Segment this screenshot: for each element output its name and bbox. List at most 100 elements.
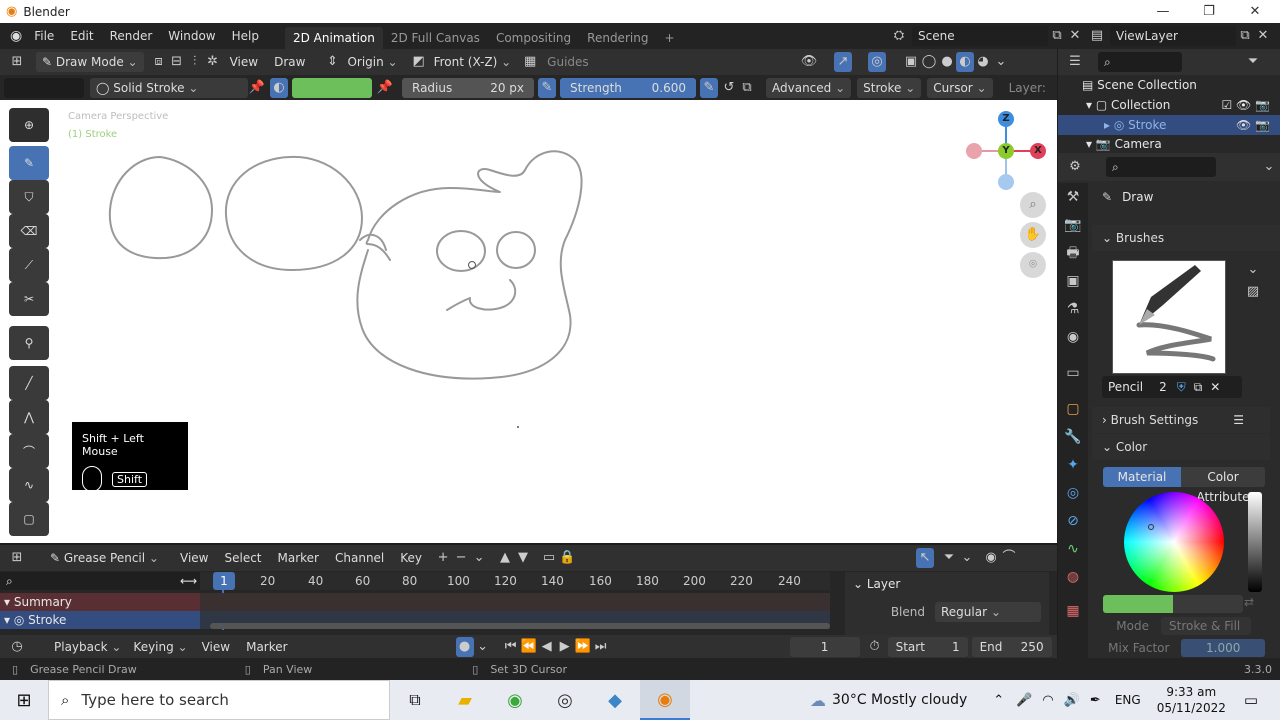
tint-tool-icon[interactable]: ⟋ xyxy=(9,248,49,282)
strength-pressure-icon[interactable]: ✎ xyxy=(700,78,718,98)
notification-icon[interactable]: ▭ xyxy=(1244,691,1258,709)
pan-hand-icon[interactable]: ✋ xyxy=(1020,222,1046,248)
brush-color-swatch[interactable] xyxy=(292,78,372,98)
new-view-layer-icon[interactable]: ⧉ xyxy=(1236,26,1254,46)
mix-factor-slider[interactable]: 1.000 xyxy=(1181,639,1265,657)
color-wheel[interactable] xyxy=(1124,492,1224,592)
dopesheet-editor-icon[interactable]: ⊞ xyxy=(8,548,26,568)
output-tab-icon[interactable]: 🖶 xyxy=(1058,239,1088,267)
weather-text[interactable]: 30°C Mostly cloudy xyxy=(832,692,967,708)
dopesheet-filter-icon[interactable]: ⏷ xyxy=(940,548,958,568)
material-shading-icon[interactable]: ◐ xyxy=(956,52,974,72)
texture-tab-icon[interactable]: ▦ xyxy=(1058,597,1088,625)
channel-stroke[interactable]: ▾ ◎ Stroke xyxy=(0,611,200,629)
preview-range-icon[interactable]: ⏱ xyxy=(866,637,884,657)
file-explorer-icon[interactable]: ▰ xyxy=(440,690,490,711)
stroke-dropdown[interactable]: Stroke xyxy=(857,78,922,98)
brush-image-icon[interactable]: ▨ xyxy=(1244,282,1262,302)
end-frame-field[interactable]: End 250 xyxy=(971,637,1052,657)
language-indicator[interactable]: ENG xyxy=(1115,693,1141,707)
strength-field[interactable]: Strength 0.600 xyxy=(560,78,696,98)
radius-pressure-icon[interactable]: ✎ xyxy=(538,78,556,98)
fill-tool-icon[interactable]: ⛉ xyxy=(9,180,49,214)
current-frame-field[interactable]: 1 xyxy=(789,637,860,657)
mode-selector[interactable]: Stroke & Fill xyxy=(1161,617,1251,635)
remove-layer-icon[interactable]: − xyxy=(452,548,470,568)
erase-tool-icon[interactable]: ⌫ xyxy=(9,214,49,248)
solid-shading-icon[interactable]: ● xyxy=(938,52,956,72)
gizmo-neg-x-icon[interactable] xyxy=(966,143,982,159)
outliner-item-scene-collection[interactable]: ▤ Scene Collection xyxy=(1058,75,1280,95)
menu-help[interactable]: Help xyxy=(224,29,267,43)
properties-options-icon[interactable]: ⌄ xyxy=(1260,157,1278,177)
cursor-tool-icon[interactable]: ⊕ xyxy=(9,108,49,142)
playback-view-menu[interactable]: View xyxy=(194,640,238,654)
wifi-icon[interactable]: ◠ xyxy=(1042,693,1053,708)
gizmo-y-icon[interactable]: Y xyxy=(998,143,1014,159)
xray-icon[interactable]: ▣ xyxy=(902,52,920,72)
outliner-editor-icon[interactable]: ☰ xyxy=(1066,52,1084,72)
start-frame-field[interactable]: Start 1 xyxy=(887,637,968,657)
fake-user-icon[interactable]: ⛨ xyxy=(1177,380,1186,395)
duplicate-brush-icon[interactable]: ⧉ xyxy=(1194,380,1203,395)
constraints-tab-icon[interactable]: ⊘ xyxy=(1058,507,1088,535)
shading-options-icon[interactable]: ⌄ xyxy=(992,52,1010,72)
playback-menu[interactable]: Playback xyxy=(48,637,127,657)
play-reverse-icon[interactable]: ◀ xyxy=(538,637,556,657)
world-tab-icon[interactable]: ◉ xyxy=(1058,323,1088,351)
current-frame-indicator[interactable]: 1 xyxy=(213,572,235,590)
projection-selector[interactable]: Front (X-Z) xyxy=(428,52,518,72)
timeline-select-menu[interactable]: Select xyxy=(216,551,269,565)
timeline-key-menu[interactable]: Key xyxy=(392,551,430,565)
timeline-scrollbar[interactable] xyxy=(210,623,830,629)
collection-tab-icon[interactable]: ▭ xyxy=(1058,359,1088,387)
menu-file[interactable]: File xyxy=(26,29,62,43)
outliner-item-collection[interactable]: ▾ ▢ Collection ☑ 👁 📷 xyxy=(1058,95,1280,115)
view-menu[interactable]: View xyxy=(222,55,266,69)
add-layer-icon[interactable]: + xyxy=(434,548,452,568)
radius-field[interactable]: Radius 20 px xyxy=(402,78,534,98)
timeline-channel-menu[interactable]: Channel xyxy=(327,551,392,565)
jump-start-icon[interactable]: ⏮ xyxy=(502,637,520,657)
color-section-header[interactable]: ⌄ Color xyxy=(1092,434,1270,460)
blender-taskbar-icon[interactable]: ◉ xyxy=(640,680,690,720)
keying-menu[interactable]: Keying xyxy=(127,637,193,657)
blend-selector[interactable]: Regular xyxy=(935,602,1041,622)
prev-keyframe-icon[interactable]: ⏪ xyxy=(520,637,538,657)
editor-type-icon[interactable]: ⊞ xyxy=(8,52,26,72)
summary-track[interactable] xyxy=(200,593,830,611)
gizmo-neg-z-icon[interactable] xyxy=(998,174,1014,190)
draw-tool-icon[interactable]: ✎ xyxy=(9,146,49,180)
line-tool-icon[interactable]: ╱ xyxy=(9,366,49,400)
jitter-icon[interactable]: ⧉ xyxy=(738,78,756,98)
polyline-tool-icon[interactable]: ⋀ xyxy=(9,400,49,434)
gizmo-x-icon[interactable]: X xyxy=(1030,143,1046,159)
menu-edit[interactable]: Edit xyxy=(62,29,101,43)
color-picker-cursor[interactable] xyxy=(1148,524,1154,530)
view-layer-icon[interactable]: ▤ xyxy=(1088,26,1106,46)
unlink-brush-icon[interactable]: ✕ xyxy=(1210,380,1220,394)
add-workspace-icon[interactable]: + xyxy=(656,27,682,49)
timeline-marker-menu[interactable]: Marker xyxy=(270,551,327,565)
material-tab-icon[interactable]: ◍ xyxy=(1058,563,1088,591)
falloff-icon[interactable]: ⌒ xyxy=(1000,548,1018,568)
new-scene-icon[interactable]: ⧉ xyxy=(1048,26,1066,46)
properties-search-input[interactable]: ⌕ xyxy=(1106,157,1216,177)
isolate-layer-icon[interactable]: ▭ xyxy=(540,548,558,568)
layer-options-icon[interactable]: ⌄ xyxy=(470,548,488,568)
guides-label[interactable]: Guides xyxy=(539,55,597,69)
app-icon[interactable]: ◆ xyxy=(590,690,640,711)
wireframe-shading-icon[interactable]: ◯ xyxy=(920,52,938,72)
snap-icon[interactable]: ✲ xyxy=(204,52,222,72)
keying-options-icon[interactable]: ⌄ xyxy=(474,637,492,657)
origin-selector[interactable]: Origin xyxy=(341,52,403,72)
pen-icon[interactable]: ✒ xyxy=(1090,693,1101,708)
curve-tool-icon[interactable]: ∿ xyxy=(9,468,49,502)
scene-icon[interactable]: ⛭ xyxy=(890,26,908,46)
lock-layer-icon[interactable]: 🔒 xyxy=(558,548,576,568)
tab-compositing[interactable]: Compositing xyxy=(488,27,579,49)
next-keyframe-icon[interactable]: ⏩ xyxy=(574,637,592,657)
timeline-editor-icon[interactable]: ◷ xyxy=(8,637,26,657)
color-mode-icon[interactable]: ◐ xyxy=(270,78,288,98)
brush-datablock[interactable]: Pencil 2 ⛨ ⧉ ✕ xyxy=(1102,376,1242,398)
